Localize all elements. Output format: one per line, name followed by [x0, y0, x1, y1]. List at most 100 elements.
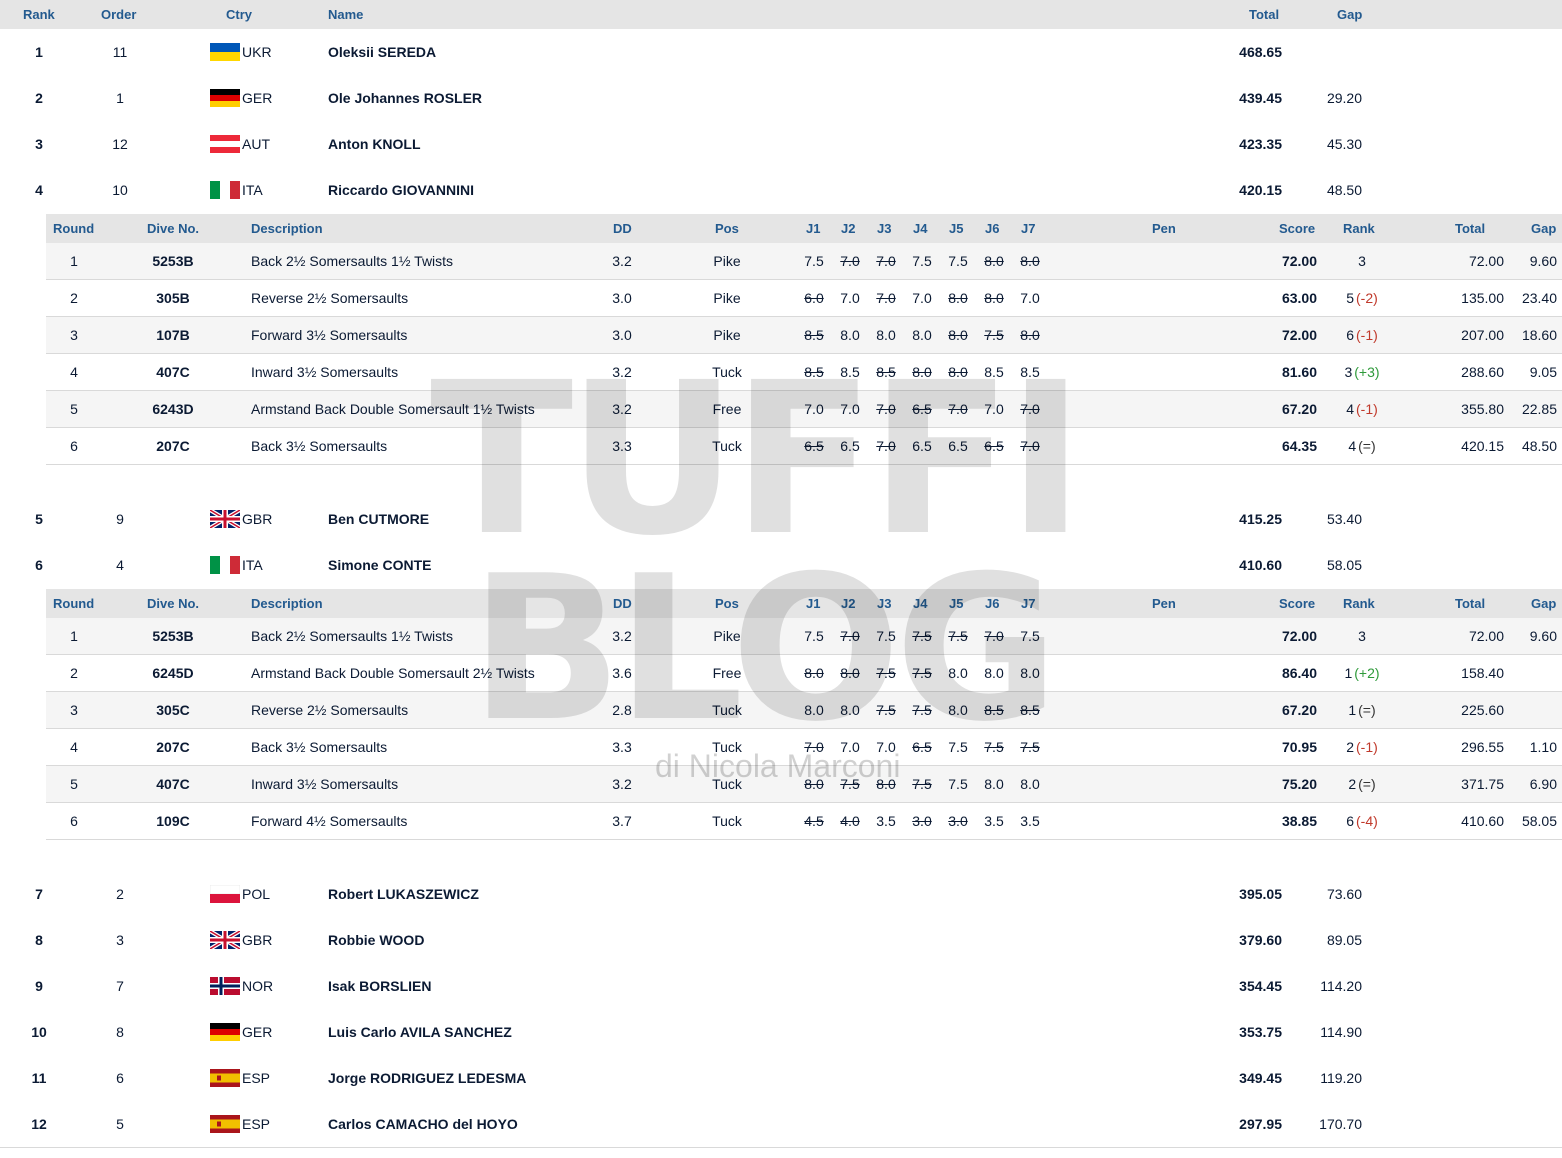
- athlete-row[interactable]: 5 9 GBR Ben CUTMORE 415.25 53.40: [0, 496, 1562, 543]
- dive-round: 1: [70, 253, 78, 269]
- athlete-order: 5: [116, 1116, 124, 1132]
- dive-col-dive-no: Dive No.: [147, 221, 200, 236]
- ukr-flag: [210, 43, 240, 61]
- athlete-name[interactable]: Luis Carlo AVILA SANCHEZ: [328, 1009, 512, 1055]
- athlete-gap: 48.50: [1326, 182, 1362, 198]
- judge-score-j3: 7.5: [876, 702, 896, 718]
- dive-rank-value: 4: [1346, 401, 1354, 417]
- athlete-row[interactable]: 11 6 ESP Jorge RODRIGUEZ LEDESMA 349.45 119.2…: [0, 1055, 1562, 1102]
- dive-row[interactable]: 2 6245D Armstand Back Double Somersault 2½…: [46, 655, 1562, 692]
- dive-row[interactable]: 6 109C Forward 4½ Somersaults 3.7 Tuck 4.5 4.0…: [46, 803, 1562, 840]
- athlete-name[interactable]: Riccardo GIOVANNINI: [328, 167, 474, 213]
- athlete-name[interactable]: Anton KNOLL: [328, 121, 421, 167]
- athlete-name[interactable]: Robert LUKASZEWICZ: [328, 871, 479, 917]
- col-rank[interactable]: Rank: [23, 7, 55, 22]
- dive-rank-value: 5: [1346, 290, 1354, 306]
- dive-row[interactable]: 6 207C Back 3½ Somersaults 3.3 Tuck 6.5 6.5 7.0…: [46, 428, 1562, 465]
- dive-col-gap: Gap: [1531, 596, 1557, 611]
- judge-score-j5: 7.5: [948, 776, 968, 792]
- dive-col-dd: DD: [613, 221, 632, 236]
- judge-score-j4: 6.5: [912, 401, 932, 417]
- dive-rank-value: 3: [1358, 253, 1366, 269]
- athlete-row[interactable]: 1 11 UKR Oleksii SEREDA 468.65: [0, 29, 1562, 76]
- athlete-row[interactable]: 8 3 GBR Robbie WOOD 379.60 89.05: [0, 917, 1562, 964]
- aut-flag: [210, 135, 240, 153]
- judge-score-j1: 7.0: [804, 739, 824, 755]
- dive-description: Armstand Back Double Somersault 1½ Twist…: [251, 401, 535, 417]
- athlete-name[interactable]: Simone CONTE: [328, 542, 431, 588]
- dive-row[interactable]: 3 305C Reverse 2½ Somersaults 2.8 Tuck 8.0 8.0…: [46, 692, 1562, 729]
- judge-score-j7: 8.0: [1020, 253, 1040, 269]
- col-ctry[interactable]: Ctry: [226, 7, 252, 22]
- athlete-name[interactable]: Ole Johannes ROSLER: [328, 75, 482, 121]
- col-order[interactable]: Order: [101, 7, 136, 22]
- gbr-flag: [210, 931, 240, 949]
- athlete-name[interactable]: Oleksii SEREDA: [328, 29, 436, 75]
- col-gap[interactable]: Gap: [1337, 7, 1362, 22]
- dive-col-pos: Pos: [715, 221, 739, 236]
- dive-col-j3: J3: [877, 221, 892, 236]
- dive-position: Tuck: [712, 702, 742, 718]
- athlete-name[interactable]: Ben CUTMORE: [328, 496, 429, 542]
- athlete-gap: 114.20: [1320, 978, 1362, 994]
- athlete-rank: 5: [35, 511, 43, 527]
- dive-running-total: 225.60: [1461, 702, 1504, 718]
- col-name[interactable]: Name: [328, 7, 363, 22]
- judge-score-j2: 6.5: [840, 438, 860, 454]
- athlete-row[interactable]: 6 4 ITA Simone CONTE 410.60 58.05: [0, 542, 1562, 588]
- athlete-row[interactable]: 9 7 NOR Isak BORSLIEN 354.45 114.20: [0, 963, 1562, 1010]
- athlete-row[interactable]: 12 5 ESP Carlos CAMACHO del HOYO 297.95 170.7…: [0, 1101, 1562, 1148]
- dive-number: 305C: [156, 702, 190, 718]
- judge-score-j1: 6.0: [804, 290, 824, 306]
- dive-row[interactable]: 5 6243D Armstand Back Double Somersault 1½…: [46, 391, 1562, 428]
- athlete-row[interactable]: 4 10 ITA Riccardo GIOVANNINI 420.15 48.50: [0, 167, 1562, 213]
- judge-score-j6: 3.5: [984, 813, 1004, 829]
- dive-running-total: 72.00: [1468, 628, 1504, 644]
- dive-number: 5253B: [152, 628, 194, 644]
- athlete-country: UKR: [242, 44, 272, 60]
- dive-row[interactable]: 4 407C Inward 3½ Somersaults 3.2 Tuck 8.5 8.5 8…: [46, 354, 1562, 391]
- athlete-order: 4: [116, 557, 124, 573]
- dive-row[interactable]: 1 5253B Back 2½ Somersaults 1½ Twists 3.2 Pi…: [46, 618, 1562, 655]
- judge-score-j1: 7.5: [804, 253, 824, 269]
- athlete-name[interactable]: Jorge RODRIGUEZ LEDESMA: [328, 1055, 526, 1101]
- dive-running-total: 288.60: [1461, 364, 1504, 380]
- athlete-country: ESP: [242, 1070, 271, 1086]
- dive-running-total: 420.15: [1461, 438, 1504, 454]
- dive-col-j7: J7: [1021, 596, 1036, 611]
- athlete-country: ITA: [242, 557, 263, 573]
- dive-rank-value: 1: [1348, 702, 1357, 718]
- judge-score-j4: 6.5: [912, 438, 932, 454]
- athlete-name[interactable]: Robbie WOOD: [328, 917, 424, 963]
- dive-table-header: Round Dive No. Description DD Pos J1 J2 J3 J4 J5 J…: [46, 214, 1562, 243]
- athlete-country: ESP: [242, 1116, 271, 1132]
- athlete-name[interactable]: Isak BORSLIEN: [328, 963, 431, 1009]
- athlete-rank: 3: [35, 136, 43, 152]
- athlete-name[interactable]: Carlos CAMACHO del HOYO: [328, 1101, 518, 1147]
- athlete-order: 2: [116, 886, 124, 902]
- dive-row[interactable]: 2 305B Reverse 2½ Somersaults 3.0 Pike 6.0 7.0…: [46, 280, 1562, 317]
- dive-position: Tuck: [712, 776, 742, 792]
- athlete-row[interactable]: 7 2 POL Robert LUKASZEWICZ 395.05 73.60: [0, 871, 1562, 918]
- judge-score-j3: 8.5: [876, 364, 896, 380]
- dive-col-j1: J1: [806, 221, 821, 236]
- athlete-row[interactable]: 2 1 GER Ole Johannes ROSLER 439.45 29.20: [0, 75, 1562, 122]
- dive-position: Tuck: [712, 739, 742, 755]
- dive-row[interactable]: 5 407C Inward 3½ Somersaults 3.2 Tuck 8.0 7.5 8…: [46, 766, 1562, 803]
- athlete-rank: 12: [31, 1116, 47, 1132]
- dive-rank-value: 4: [1348, 438, 1357, 454]
- athlete-rank: 6: [35, 557, 43, 573]
- athlete-row[interactable]: 3 12 AUT Anton KNOLL 423.35 45.30: [0, 121, 1562, 168]
- dive-row[interactable]: 1 5253B Back 2½ Somersaults 1½ Twists 3.2 Pi…: [46, 243, 1562, 280]
- athlete-row[interactable]: 10 8 GER Luis Carlo AVILA SANCHEZ 353.75 114.…: [0, 1009, 1562, 1056]
- dive-rank-value: 3: [1358, 628, 1366, 644]
- dive-row[interactable]: 3 107B Forward 3½ Somersaults 3.0 Pike 8.5 8.0…: [46, 317, 1562, 354]
- dive-col-score: Score: [1279, 596, 1316, 611]
- dive-row[interactable]: 4 207C Back 3½ Somersaults 3.3 Tuck 7.0 7.0 7.0…: [46, 729, 1562, 766]
- dive-running-gap: 9.60: [1529, 253, 1557, 269]
- dive-dd: 3.3: [612, 739, 632, 755]
- col-total[interactable]: Total: [1249, 7, 1279, 22]
- judge-score-j6: 8.5: [984, 364, 1004, 380]
- dive-number: 207C: [156, 739, 190, 755]
- dive-round: 5: [70, 401, 78, 417]
